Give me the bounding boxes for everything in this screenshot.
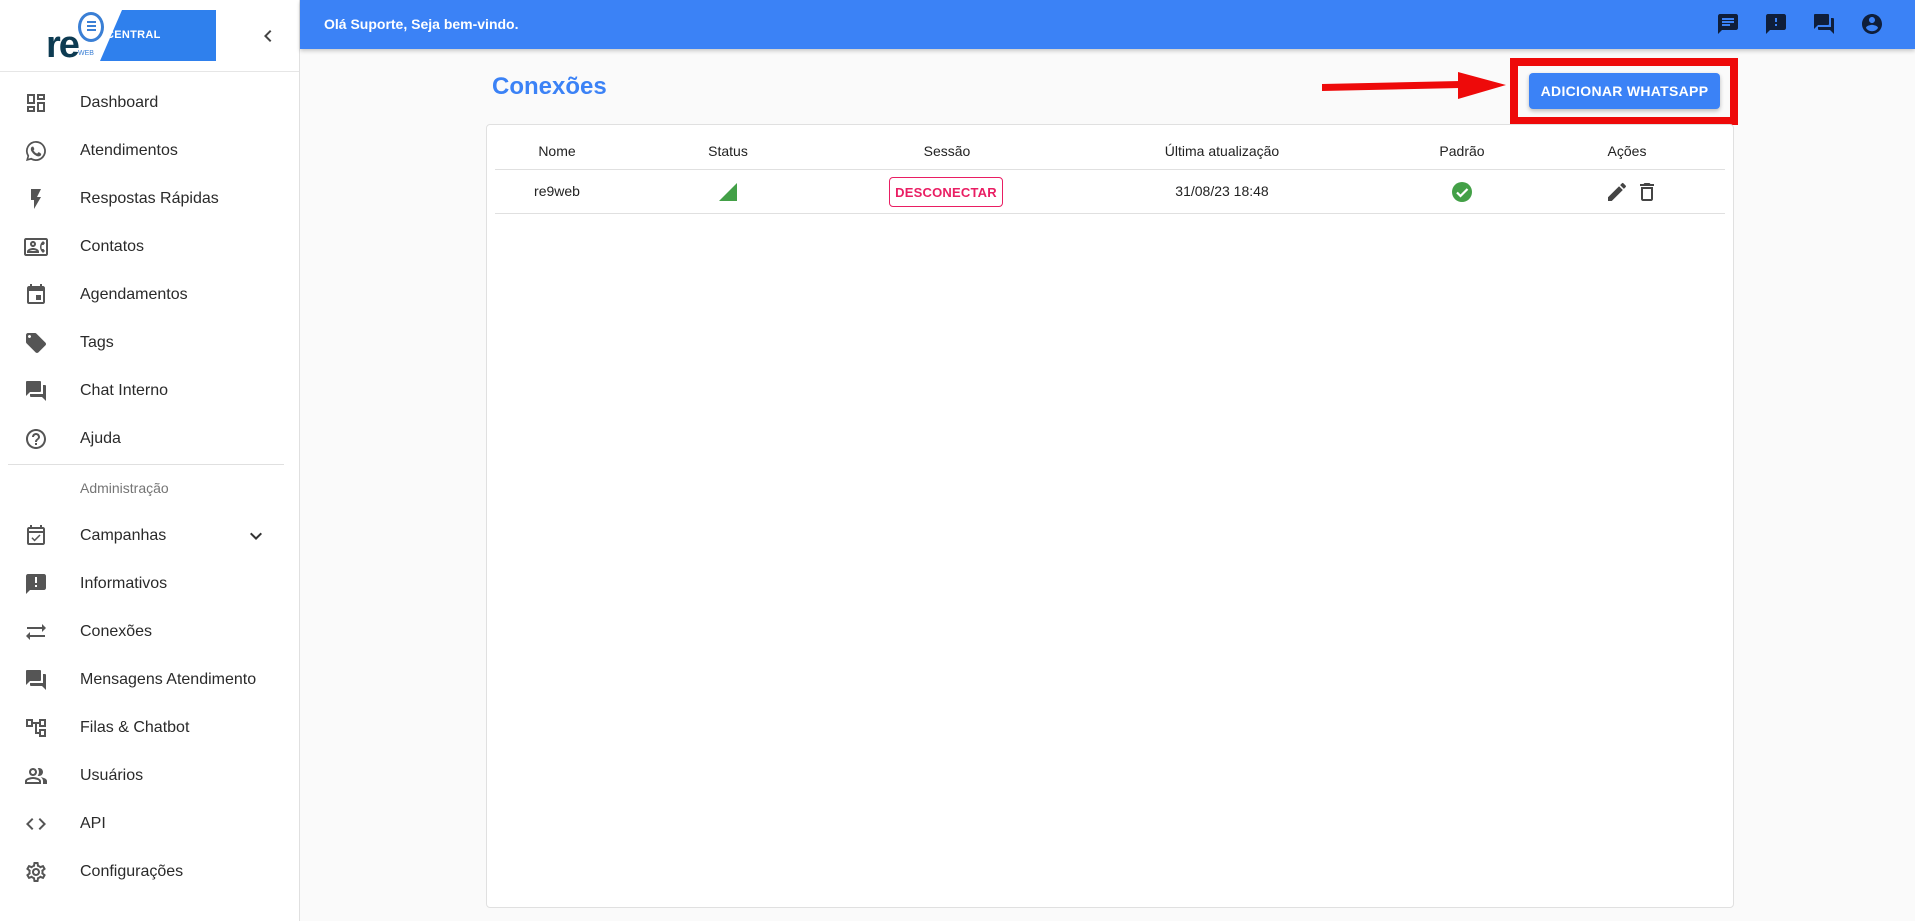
sidebar: CENTRAL re WEB Dashboard Atendimentos Re… — [0, 0, 300, 921]
column-header-acoes[interactable]: Ações — [1577, 143, 1677, 159]
account-circle-icon[interactable] — [1860, 12, 1884, 36]
sidebar-item-label: Ajuda — [80, 430, 121, 447]
sidebar-item-label: Filas & Chatbot — [80, 719, 190, 736]
sidebar-item-conexoes[interactable]: Conexões — [0, 608, 299, 656]
delete-icon[interactable] — [1635, 180, 1659, 204]
sidebar-item-filas-chatbot[interactable]: Filas & Chatbot — [0, 704, 299, 752]
logo-pin-icon — [78, 12, 104, 42]
feedback-icon[interactable] — [1764, 12, 1788, 36]
people-icon — [24, 764, 48, 788]
whatsapp-icon — [24, 139, 48, 163]
sidebar-header: CENTRAL re WEB — [0, 0, 299, 72]
column-header-status[interactable]: Status — [683, 143, 773, 159]
last-updated: 31/08/23 18:48 — [1175, 183, 1269, 199]
sidebar-item-label: Contatos — [80, 238, 145, 255]
sidebar-item-respostas-rapidas[interactable]: Respostas Rápidas — [0, 175, 299, 223]
account-tree-icon — [24, 716, 48, 740]
tag-icon — [24, 331, 48, 355]
chat-icon[interactable] — [1716, 12, 1740, 36]
sidebar-divider — [8, 464, 284, 465]
sidebar-item-dashboard[interactable]: Dashboard — [0, 79, 299, 127]
edit-icon[interactable] — [1605, 180, 1629, 204]
sidebar-item-agendamentos[interactable]: Agendamentos — [0, 271, 299, 319]
forum-icon — [24, 668, 48, 692]
greeting-text: Olá Suporte, Seja bem-vindo. — [324, 16, 519, 32]
code-icon — [24, 812, 48, 836]
sidebar-item-configuracoes[interactable]: Configurações — [0, 848, 299, 896]
sidebar-item-atendimentos[interactable]: Atendimentos — [0, 127, 299, 175]
event-available-icon — [24, 524, 48, 548]
sidebar-item-label: Configurações — [80, 863, 184, 880]
sidebar-item-label: Conexões — [80, 623, 153, 640]
column-header-padrao[interactable]: Padrão — [1412, 143, 1512, 159]
sidebar-item-label: Usuários — [80, 767, 144, 784]
settings-icon — [24, 860, 48, 884]
column-header-ultima-atualizacao[interactable]: Última atualização — [1137, 143, 1307, 159]
sidebar-item-label: Mensagens Atendimento — [80, 671, 257, 688]
top-app-bar: Olá Suporte, Seja bem-vindo. — [300, 0, 1915, 49]
brand-logo[interactable]: CENTRAL re WEB — [44, 10, 216, 66]
sidebar-item-label: Tags — [80, 334, 114, 351]
sidebar-item-campanhas[interactable]: Campanhas — [0, 512, 299, 560]
calendar-icon — [24, 283, 48, 307]
contact-card-icon — [24, 235, 48, 259]
connections-table: Nome Status Sessão Última atualização Pa… — [486, 124, 1734, 908]
chevron-down-icon[interactable] — [244, 524, 268, 548]
add-whatsapp-button[interactable]: ADICIONAR WHATSAPP — [1529, 73, 1720, 109]
logo-box-label: CENTRAL — [106, 29, 161, 41]
logo-text: re — [46, 24, 80, 66]
sidebar-item-mensagens-atendimento[interactable]: Mensagens Atendimento — [0, 656, 299, 704]
table-header-divider — [495, 169, 1725, 170]
column-header-nome[interactable]: Nome — [527, 143, 587, 159]
disconnect-button[interactable]: DESCONECTAR — [889, 177, 1003, 207]
sidebar-item-tags[interactable]: Tags — [0, 319, 299, 367]
table-row-divider — [495, 213, 1725, 214]
sidebar-item-label: Agendamentos — [80, 286, 188, 303]
sidebar-admin-header: Administração — [80, 480, 169, 496]
sidebar-item-label: Chat Interno — [80, 382, 169, 399]
forum-icon[interactable] — [1812, 12, 1836, 36]
page-title: Conexões — [492, 73, 607, 100]
dashboard-icon — [24, 91, 48, 115]
sidebar-item-label: Dashboard — [80, 94, 159, 111]
sync-alt-icon — [24, 620, 48, 644]
sidebar-item-label: API — [80, 815, 106, 832]
flash-icon — [24, 187, 48, 211]
check-circle-icon — [1452, 182, 1472, 202]
app: CENTRAL re WEB Dashboard Atendimentos Re… — [0, 0, 1915, 921]
sidebar-item-usuarios[interactable]: Usuários — [0, 752, 299, 800]
chevron-left-icon — [264, 30, 272, 42]
sidebar-item-label: Informativos — [80, 575, 168, 592]
help-icon — [24, 427, 48, 451]
sidebar-item-label: Atendimentos — [80, 142, 178, 159]
collapse-sidebar-button[interactable] — [256, 24, 280, 48]
logo-sub: WEB — [78, 50, 94, 57]
sidebar-item-informativos[interactable]: Informativos — [0, 560, 299, 608]
announcement-icon — [24, 572, 48, 596]
signal-strength-icon — [719, 183, 737, 201]
sidebar-item-chat-interno[interactable]: Chat Interno — [0, 367, 299, 415]
forum-icon — [24, 379, 48, 403]
sidebar-item-api[interactable]: API — [0, 800, 299, 848]
sidebar-item-ajuda[interactable]: Ajuda — [0, 415, 299, 463]
annotation-arrow — [1322, 72, 1506, 99]
sidebar-item-contatos[interactable]: Contatos — [0, 223, 299, 271]
sidebar-item-label: Respostas Rápidas — [80, 190, 219, 207]
connection-name: re9web — [534, 183, 580, 199]
sidebar-item-label: Campanhas — [80, 527, 167, 544]
column-header-sessao[interactable]: Sessão — [897, 143, 997, 159]
